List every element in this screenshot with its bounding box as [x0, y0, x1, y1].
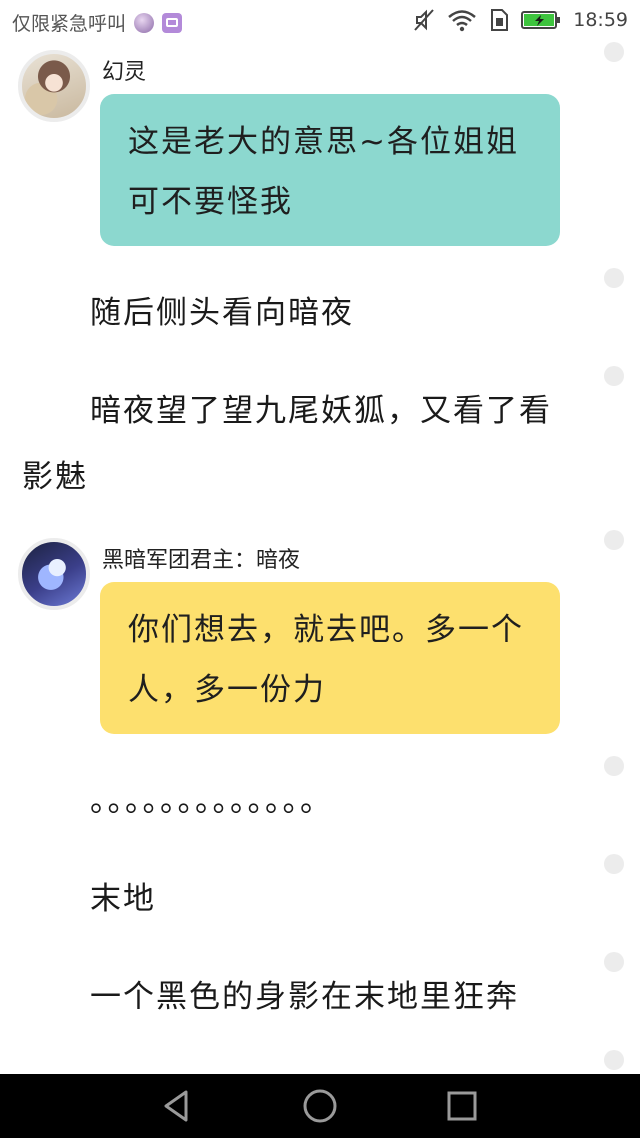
gallery-icon: [162, 12, 183, 33]
narration-paragraph: 暗夜望了望九尾妖狐，又看了看影魅: [22, 393, 552, 495]
status-left: 仅限紧急呼叫: [12, 9, 183, 36]
status-bar: 仅限紧急呼叫 18:59: [0, 0, 640, 44]
scroll-dot: [604, 756, 624, 776]
carrier-text: 仅限紧急呼叫: [12, 13, 127, 35]
scroll-dot: [604, 952, 624, 972]
avatar[interactable]: [18, 538, 90, 610]
narration-paragraph: 一个黑色的身影在末地里狂奔: [90, 979, 519, 1015]
narration-paragraph: 末地: [90, 881, 156, 917]
message-bubble: 这是老大的意思~各位姐姐可不要怪我: [100, 94, 560, 246]
scroll-dot: [604, 366, 624, 386]
avatar[interactable]: [18, 50, 90, 122]
narration-paragraph: 随后侧头看向暗夜: [90, 295, 354, 331]
battery-icon: [521, 11, 561, 29]
recent-apps-icon[interactable]: [444, 1088, 480, 1124]
scroll-dot: [604, 268, 624, 288]
notification-avatar-icon: [134, 12, 155, 33]
back-icon[interactable]: [160, 1088, 196, 1124]
status-right: 18:59: [413, 8, 628, 32]
scroll-dot: [604, 854, 624, 874]
narration-paragraph: 。。。。。。。。。。。。。: [90, 783, 333, 819]
scroll-dot: [604, 530, 624, 550]
mute-icon: [414, 9, 434, 31]
speaker-name: 黑暗军团君主：暗夜: [102, 548, 301, 573]
wifi-icon: [448, 10, 477, 32]
sim-icon: [491, 9, 509, 31]
message-bubble: 你们想去，就去吧。多一个人，多一份力: [100, 582, 560, 734]
home-icon[interactable]: [302, 1088, 338, 1124]
speaker-name: 幻灵: [102, 60, 147, 85]
clock: 18:59: [573, 9, 628, 31]
scroll-dot: [604, 42, 624, 62]
navigation-bar: [0, 1074, 640, 1138]
scroll-dot: [604, 1050, 624, 1070]
